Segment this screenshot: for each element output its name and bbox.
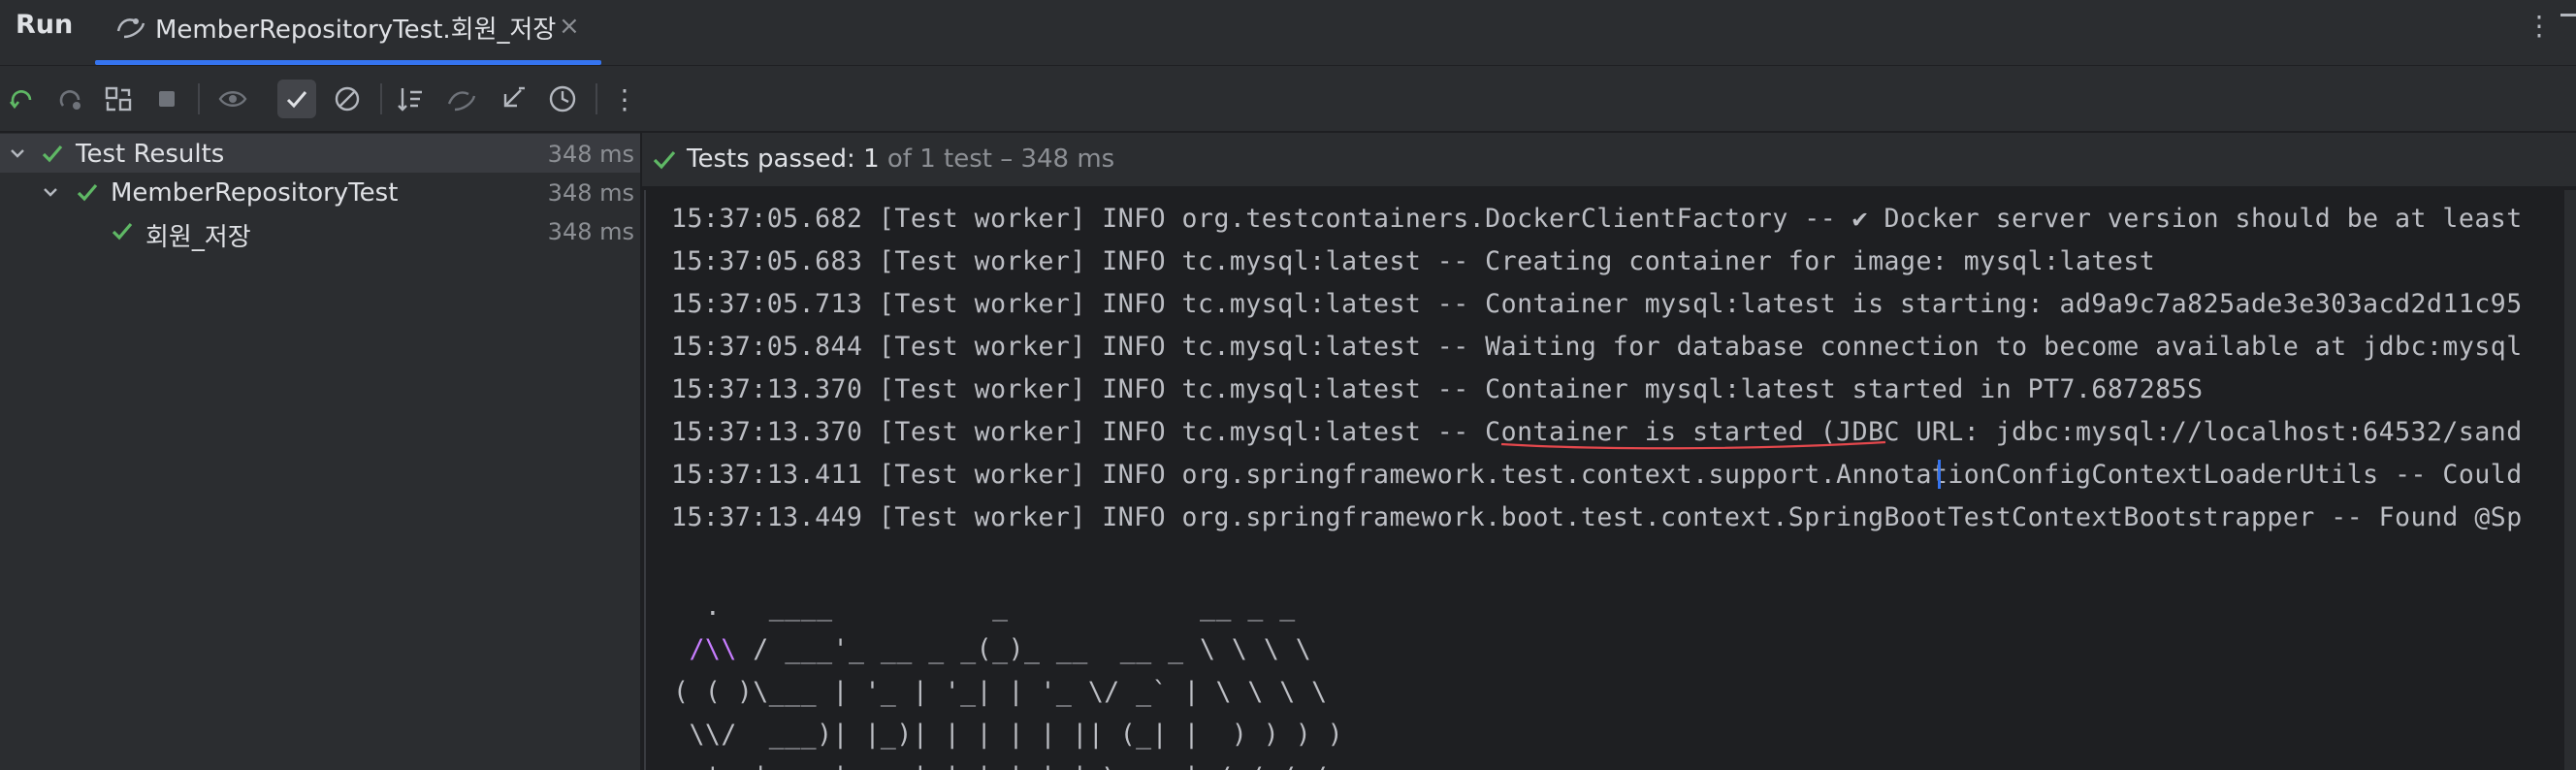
- close-icon[interactable]: ×: [559, 12, 580, 41]
- chevron-down-icon[interactable]: [6, 142, 29, 165]
- run-window-title: Run: [16, 10, 74, 40]
- tree-item-label: MemberRepositoryTest: [111, 178, 399, 208]
- tree-item-label: Test Results: [76, 140, 225, 169]
- console-output[interactable]: 15:37:05.682 [Test worker] INFO org.test…: [644, 190, 2564, 770]
- log-line: 15:37:13.370 [Test worker] INFO tc.mysql…: [671, 374, 2204, 404]
- passed-check-icon: [650, 144, 679, 174]
- log-line: 15:37:13.449 [Test worker] INFO org.spri…: [671, 502, 2523, 532]
- spring-banner-line: /\\ / ___'_ __ _ _(_)_ __ __ _ \ \ \ \: [689, 634, 1312, 664]
- rerun-failed-icon[interactable]: [50, 80, 89, 118]
- tree-item-duration: 348 ms: [547, 141, 634, 168]
- run-toolbar: ⋮: [0, 66, 2576, 132]
- log-line: 15:37:05.683 [Test worker] INFO tc.mysql…: [671, 246, 2156, 276]
- collapse-icon[interactable]: [493, 80, 531, 118]
- more-options-icon[interactable]: ⋮: [2526, 10, 2553, 42]
- more-options-icon[interactable]: ⋮: [605, 80, 644, 118]
- passed-check-icon: [39, 140, 66, 167]
- tests-passed-summary: Tests passed: 1 of 1 test – 348 ms: [687, 144, 1114, 174]
- spring-banner-accent: /\\: [689, 634, 737, 664]
- passed-check-icon: [109, 217, 136, 244]
- rerun-icon[interactable]: [2, 80, 41, 118]
- tree-item-member-repository-test[interactable]: MemberRepositoryTest 348 ms: [0, 173, 640, 211]
- tab-label: MemberRepositoryTest.회원_저장: [155, 16, 557, 45]
- show-passed-eye-icon[interactable]: [213, 80, 252, 118]
- text-caret: [1938, 460, 1941, 489]
- log-line: 15:37:05.713 [Test worker] INFO tc.mysql…: [671, 289, 2523, 319]
- tests-passed-count: Tests passed: 1: [687, 144, 880, 174]
- log-line: 15:37:05.682 [Test worker] INFO org.test…: [671, 204, 2523, 234]
- toggle-auto-test-icon[interactable]: [99, 80, 138, 118]
- tree-item-duration: 348 ms: [547, 218, 634, 245]
- tree-item-test-results[interactable]: Test Results 348 ms: [0, 134, 640, 173]
- toolbar-separator: [380, 83, 382, 114]
- test-status-bar: Tests passed: 1 of 1 test – 348 ms: [642, 133, 2576, 187]
- spring-banner-line: ' |____| .__|_| |_|_| |_\__, | / / / /: [673, 762, 1328, 770]
- tool-window-header: Run MemberRepositoryTest.회원_저장 × ⋮: [0, 0, 2576, 66]
- show-ignored-icon[interactable]: [328, 80, 367, 118]
- tree-item-duration: 348 ms: [547, 179, 634, 207]
- spring-banner-line: \\/ ___)| |_)| | | | | || (_| | ) ) ) ): [673, 720, 1344, 750]
- toolbar-separator: [198, 83, 200, 114]
- spring-banner-line: . ____ _ __ _ _: [673, 592, 1296, 622]
- passed-check-icon: [74, 178, 101, 206]
- tab-run-config[interactable]: MemberRepositoryTest.회원_저장 ×: [95, 0, 601, 66]
- stop-icon[interactable]: [147, 80, 186, 118]
- tab-active-indicator: [95, 60, 601, 65]
- import-tests-icon[interactable]: [442, 80, 481, 118]
- tree-item-label: 회원_저장: [145, 223, 251, 252]
- handwritten-underline: [1500, 440, 1886, 450]
- tests-total-duration: of 1 test – 348 ms: [879, 144, 1115, 174]
- log-line: 15:37:05.844 [Test worker] INFO tc.mysql…: [671, 332, 2523, 362]
- chevron-down-icon[interactable]: [39, 180, 62, 204]
- history-icon[interactable]: [543, 80, 582, 118]
- test-tree: Test Results 348 ms MemberRepositoryTest…: [0, 133, 640, 770]
- log-line: 15:37:13.411 [Test worker] INFO org.spri…: [671, 460, 2523, 490]
- test-rerun-icon: [114, 12, 149, 41]
- spring-banner-line: ( ( )\___ | '_ | '_| | '_ \/ _` | \ \ \ …: [673, 677, 1328, 707]
- toolbar-separator: [596, 83, 597, 114]
- minimize-icon[interactable]: [2560, 14, 2576, 16]
- panel-splitter[interactable]: [640, 133, 642, 770]
- tree-item-test-method[interactable]: 회원_저장 348 ms: [0, 211, 640, 252]
- sort-icon[interactable]: [392, 80, 431, 118]
- show-passed-check-icon[interactable]: [277, 80, 316, 118]
- console-scrollbar[interactable]: [2564, 190, 2576, 770]
